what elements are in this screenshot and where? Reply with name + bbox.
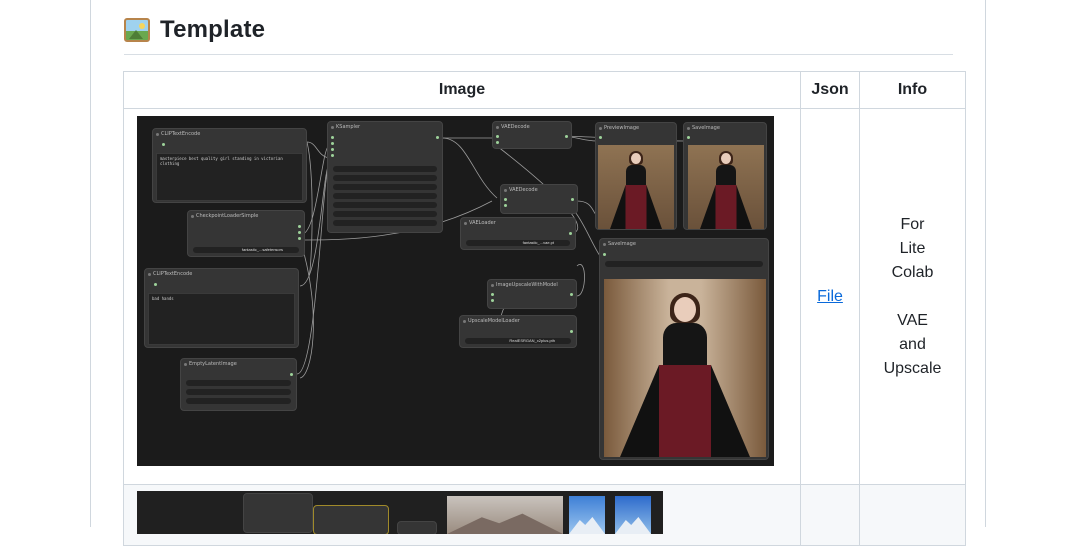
node-vae-decode-bottom[interactable]: VAEDecode (500, 184, 578, 214)
node-title: EmptyLatentImage (189, 361, 237, 367)
json-cell: File (800, 108, 860, 485)
header-image: Image (123, 71, 801, 109)
node-partial (243, 493, 313, 533)
mountain-image (447, 496, 563, 534)
node-title: CLIPTextEncode (161, 131, 201, 137)
node-save-image-top[interactable]: SaveImage (683, 122, 767, 230)
mountain-image (615, 496, 651, 534)
generated-image (604, 279, 766, 457)
preview-thumbnail (598, 145, 674, 229)
node-title: VAELoader (469, 220, 496, 226)
info-line: Colab (891, 263, 934, 281)
node-title: SaveImage (692, 125, 720, 131)
node-title: CheckpointLoaderSimple (196, 213, 259, 219)
node-title: VAEDecode (509, 187, 538, 193)
node-partial (397, 521, 437, 534)
content-border-left (90, 0, 91, 527)
info-cell: For Lite Colab VAE and Upscale (859, 108, 966, 485)
node-title: ImageUpscaleWithModel (496, 282, 558, 288)
info-line: Upscale (883, 359, 942, 377)
node-vae-decode-top[interactable]: VAEDecode (492, 121, 572, 149)
node-checkpoint-loader[interactable]: CheckpointLoaderSimple fantastic_...safe… (187, 210, 305, 257)
table-header-row: Image Json Info (123, 71, 966, 109)
section-heading: Template (124, 16, 265, 44)
node-title: CLIPTextEncode (153, 271, 193, 277)
node-image-upscale-with-model[interactable]: ImageUpscaleWithModel (487, 279, 577, 309)
node-title: KSampler (336, 124, 361, 130)
info-line: For (900, 215, 925, 233)
info-spacer (860, 285, 965, 309)
node-clip-text-encode-positive[interactable]: CLIPTextEncode masterpiece best quality … (152, 128, 307, 203)
table-row: CLIPTextEncode masterpiece best quality … (123, 108, 966, 485)
info-line: and (899, 335, 926, 353)
prompt-textarea[interactable]: bad hands (148, 293, 295, 345)
info-line: Lite (899, 239, 926, 257)
prompt-textarea[interactable]: masterpiece best quality girl standing i… (156, 153, 303, 201)
node-empty-latent-image[interactable]: EmptyLatentImage (180, 358, 297, 411)
node-title: PreviewImage (604, 125, 640, 131)
node-partial (313, 505, 389, 534)
image-cell: CLIPTextEncode masterpiece best quality … (123, 108, 801, 485)
save-thumbnail (688, 145, 764, 229)
image-cell (123, 484, 801, 546)
header-json: Json (800, 71, 860, 109)
header-info: Info (859, 71, 966, 109)
node-preview-image[interactable]: PreviewImage (595, 122, 677, 230)
heading-divider (124, 54, 953, 55)
info-line: VAE (897, 311, 928, 329)
json-cell (800, 484, 860, 546)
template-table: Image Json Info CLIPTextEncode masterpie… (123, 71, 966, 546)
node-upscale-model-loader[interactable]: UpscaleModelLoader RealESRGAN_x2plus.pth (459, 315, 577, 348)
section-title: Template (160, 16, 266, 43)
mountain-image (569, 496, 605, 534)
table-row (123, 484, 966, 546)
workflow-screenshot-partial (137, 491, 663, 534)
node-title: SaveImage (608, 241, 636, 247)
node-title: UpscaleModelLoader (468, 318, 520, 324)
node-ksampler[interactable]: KSampler (327, 121, 443, 233)
info-cell (859, 484, 966, 546)
node-vae-loader[interactable]: VAELoader fantastic_...vae.pt (460, 217, 576, 250)
content-border-right (985, 0, 986, 527)
workflow-screenshot: CLIPTextEncode masterpiece best quality … (137, 116, 774, 466)
framed-picture-icon (124, 18, 150, 42)
node-save-image-main[interactable]: SaveImage (599, 238, 769, 460)
node-clip-text-encode-negative[interactable]: CLIPTextEncode bad hands (144, 268, 299, 348)
json-file-link[interactable]: File (801, 288, 859, 306)
node-title: VAEDecode (501, 124, 530, 130)
